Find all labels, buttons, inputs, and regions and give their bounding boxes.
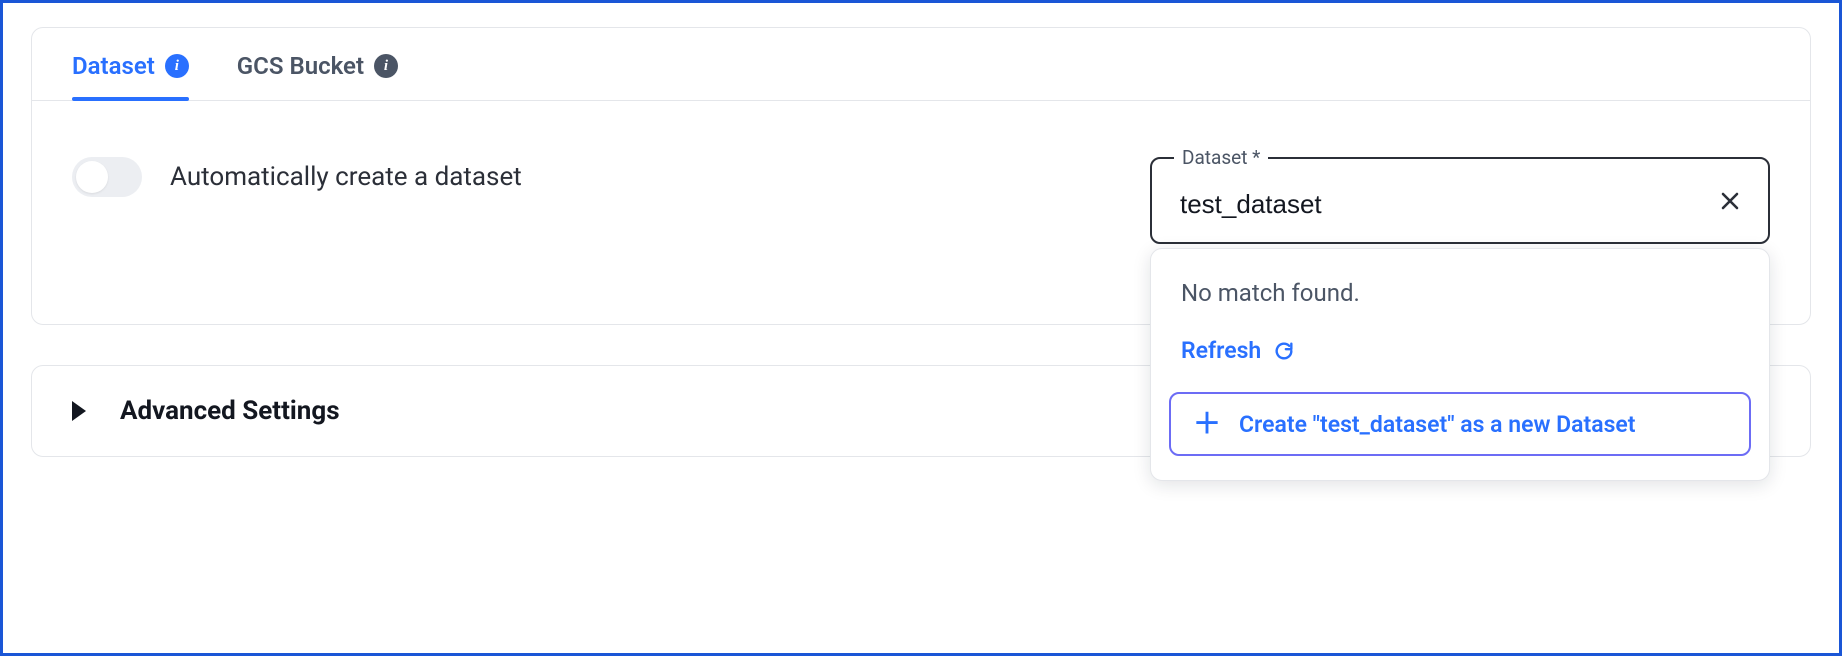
dataset-field-legend: Dataset * — [1174, 146, 1268, 169]
dataset-dropdown: No match found. Refresh ＋ Create "test_d… — [1150, 248, 1770, 481]
auto-create-row: Automatically create a dataset — [72, 157, 1110, 197]
tab-dataset-label: Dataset — [72, 52, 155, 80]
info-icon[interactable]: i — [165, 54, 189, 78]
tab-gcs-bucket[interactable]: GCS Bucket i — [237, 52, 398, 100]
toggle-knob — [76, 161, 108, 193]
refresh-label: Refresh — [1181, 337, 1261, 364]
tab-dataset[interactable]: Dataset i — [72, 52, 189, 100]
create-dataset-button[interactable]: ＋ Create "test_dataset" as a new Dataset — [1169, 392, 1751, 456]
chevron-right-icon — [72, 401, 86, 421]
advanced-label: Advanced Settings — [120, 396, 340, 426]
refresh-button[interactable]: Refresh — [1151, 337, 1769, 392]
clear-icon[interactable] — [1716, 187, 1744, 215]
create-dataset-label: Create "test_dataset" as a new Dataset — [1239, 411, 1636, 438]
tab-gcs-label: GCS Bucket — [237, 52, 364, 80]
refresh-icon — [1273, 340, 1295, 362]
card-body: Automatically create a dataset Dataset *… — [32, 101, 1810, 324]
info-icon[interactable]: i — [374, 54, 398, 78]
tab-bar: Dataset i GCS Bucket i — [32, 28, 1810, 101]
auto-create-label: Automatically create a dataset — [170, 162, 522, 192]
page-frame: Dataset i GCS Bucket i Automatically cre… — [0, 0, 1842, 656]
dataset-card: Dataset i GCS Bucket i Automatically cre… — [31, 27, 1811, 325]
auto-create-toggle[interactable] — [72, 157, 142, 197]
dataset-field-wrap: Dataset * No match found. Refresh — [1150, 157, 1770, 244]
no-match-text: No match found. — [1151, 273, 1769, 337]
dataset-field[interactable]: Dataset * — [1150, 157, 1770, 244]
plus-icon: ＋ — [1193, 410, 1221, 438]
dataset-input[interactable] — [1180, 189, 1708, 220]
